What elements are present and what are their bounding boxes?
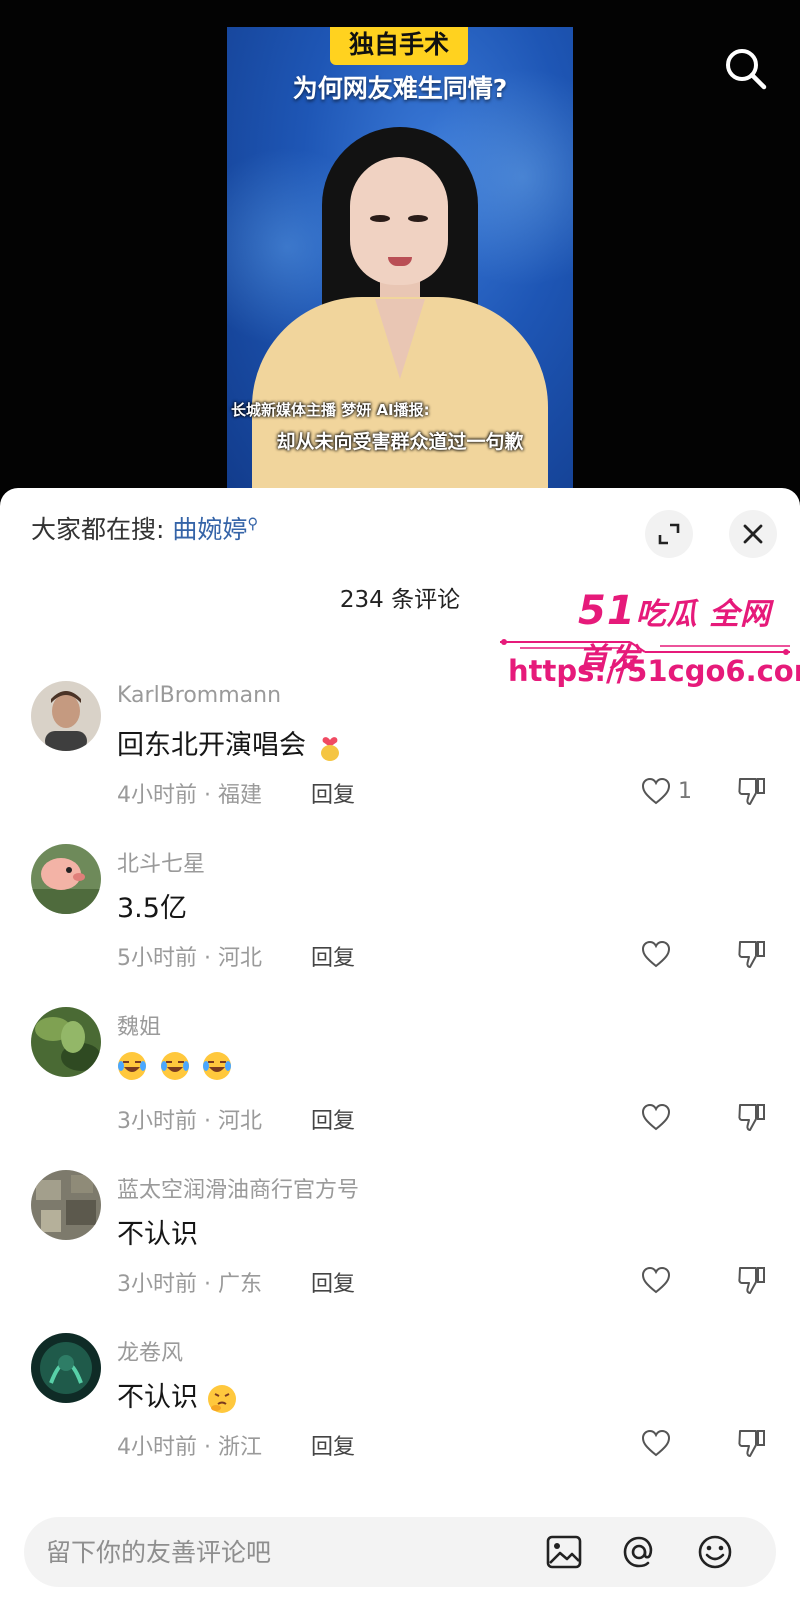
heart-icon bbox=[641, 1429, 671, 1457]
comment-text: 回东北开演唱会 bbox=[117, 723, 349, 762]
video-player[interactable]: 独自手术 为何网友难生同情? 长城新媒体主播 梦妍 AI播报: 却从未向受害群众… bbox=[0, 0, 800, 490]
avatar[interactable] bbox=[31, 1333, 101, 1403]
thinking-emoji-icon bbox=[207, 1384, 236, 1413]
heart-icon bbox=[641, 1103, 671, 1131]
hot-search: 大家都在搜: 曲婉婷⚲ bbox=[31, 510, 258, 546]
comment-time-location: 4小时前 · 福建 bbox=[117, 783, 262, 808]
thumbs-down-icon bbox=[738, 1104, 765, 1131]
expand-icon bbox=[658, 523, 680, 545]
thumbs-down-icon bbox=[738, 778, 765, 805]
comment-item: 北斗七星 3.5亿 5小时前 · 河北 回复 bbox=[0, 844, 800, 1004]
comment-text: 不认识 bbox=[117, 1375, 241, 1414]
anchor-mouth bbox=[388, 257, 412, 266]
comment-item: 蓝太空润滑油商行官方号 不认识 3小时前 · 广东 回复 bbox=[0, 1170, 800, 1330]
comment-username[interactable]: KarlBrommann bbox=[117, 683, 281, 708]
comment-body: 回东北开演唱会 bbox=[117, 730, 306, 761]
watermark-lines bbox=[500, 639, 790, 655]
comment-time-location: 3小时前 · 广东 bbox=[117, 1272, 262, 1297]
reply-button[interactable]: 回复 bbox=[311, 1429, 355, 1461]
thumbs-down-icon bbox=[738, 1430, 765, 1457]
video-caption: 却从未向受害群众道过一句歉 bbox=[276, 431, 524, 453]
comment-username[interactable]: 魏姐 bbox=[117, 1009, 161, 1041]
comment-text: 3.5亿 bbox=[117, 893, 187, 924]
comment-username[interactable]: 北斗七星 bbox=[117, 846, 205, 878]
comment-time-location: 5小时前 · 河北 bbox=[117, 946, 262, 971]
comment-text bbox=[117, 1049, 236, 1081]
avatar[interactable] bbox=[31, 681, 101, 751]
watermark-brand-number: 51 bbox=[578, 588, 636, 634]
video-frame[interactable]: 独自手术 为何网友难生同情? 长城新媒体主播 梦妍 AI播报: 却从未向受害群众… bbox=[227, 27, 573, 490]
comment-input-bar bbox=[24, 1517, 776, 1587]
heart-icon bbox=[641, 777, 671, 805]
emoji-icon[interactable] bbox=[696, 1533, 734, 1571]
comment-username[interactable]: 龙卷风 bbox=[117, 1335, 183, 1367]
like-button[interactable] bbox=[640, 1262, 672, 1298]
search-small-icon: ⚲ bbox=[247, 514, 259, 533]
anchor-eye bbox=[370, 215, 390, 222]
close-icon bbox=[743, 524, 763, 544]
comment-item: 龙卷风 不认识 4小时前 · 浙江 回复 bbox=[0, 1333, 800, 1493]
like-count: 1 bbox=[678, 778, 692, 804]
like-button[interactable] bbox=[640, 1099, 672, 1135]
avatar[interactable] bbox=[31, 844, 101, 914]
reply-button[interactable]: 回复 bbox=[311, 777, 355, 809]
search-icon[interactable] bbox=[722, 45, 770, 93]
thumbs-down-icon bbox=[738, 941, 765, 968]
laughing-crying-emoji-icon bbox=[203, 1051, 232, 1080]
like-button[interactable] bbox=[640, 936, 672, 972]
avatar[interactable] bbox=[31, 1007, 101, 1077]
comment-input[interactable] bbox=[46, 1517, 546, 1587]
news-anchor-collar bbox=[375, 299, 425, 379]
dislike-button[interactable] bbox=[734, 1262, 770, 1298]
expand-button[interactable] bbox=[645, 510, 693, 558]
news-anchor-face bbox=[350, 157, 448, 285]
dislike-button[interactable] bbox=[734, 936, 770, 972]
comment-sheet: 大家都在搜: 曲婉婷⚲ 234 条评论 51吃瓜 全网首发 https://51… bbox=[0, 488, 800, 1601]
comment-item: KarlBrommann 回东北开演唱会 4小时前 · 福建 回复 1 bbox=[0, 681, 800, 841]
heart-icon bbox=[641, 1266, 671, 1294]
heart-icon bbox=[641, 940, 671, 968]
comment-item: 魏姐 3小时前 · 河北 回复 bbox=[0, 1007, 800, 1167]
dislike-button[interactable] bbox=[734, 1425, 770, 1461]
laughing-crying-emoji-icon bbox=[160, 1051, 189, 1080]
comment-body: 不认识 bbox=[117, 1382, 198, 1413]
comment-time-location: 4小时前 · 浙江 bbox=[117, 1435, 262, 1460]
reply-button[interactable]: 回复 bbox=[311, 1266, 355, 1298]
laughing-crying-emoji-icon bbox=[118, 1051, 146, 1080]
image-icon[interactable] bbox=[545, 1533, 583, 1571]
anchor-eye bbox=[408, 215, 428, 222]
comment-text: 不认识 bbox=[117, 1219, 198, 1250]
thumbs-down-icon bbox=[738, 1267, 765, 1294]
mention-icon[interactable] bbox=[620, 1533, 658, 1571]
heart-hands-emoji-icon bbox=[320, 736, 339, 761]
dislike-button[interactable] bbox=[734, 773, 770, 809]
video-title: 为何网友难生同情? bbox=[292, 74, 508, 103]
close-button[interactable] bbox=[729, 510, 777, 558]
reply-button[interactable]: 回复 bbox=[311, 1103, 355, 1135]
avatar[interactable] bbox=[31, 1170, 101, 1240]
hot-search-term-link[interactable]: 曲婉婷 bbox=[172, 515, 247, 544]
comment-username[interactable]: 蓝太空润滑油商行官方号 bbox=[117, 1172, 359, 1204]
dislike-button[interactable] bbox=[734, 1099, 770, 1135]
like-button[interactable]: 1 bbox=[640, 773, 692, 809]
video-caption-source: 长城新媒体主播 梦妍 AI播报: bbox=[231, 401, 430, 419]
hot-search-label: 大家都在搜: bbox=[31, 515, 165, 544]
video-title-badge: 独自手术 bbox=[330, 27, 468, 65]
reply-button[interactable]: 回复 bbox=[311, 940, 355, 972]
like-button[interactable] bbox=[640, 1425, 672, 1461]
comment-time-location: 3小时前 · 河北 bbox=[117, 1109, 262, 1134]
